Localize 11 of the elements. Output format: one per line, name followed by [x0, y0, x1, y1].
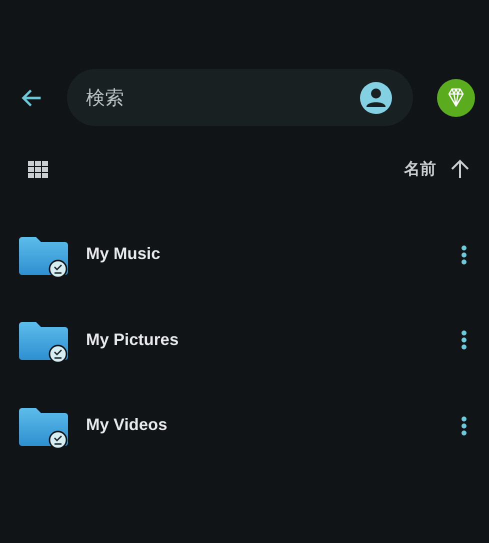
more-options-icon[interactable] — [461, 416, 467, 436]
more-options-icon[interactable] — [461, 330, 467, 350]
folder-name[interactable]: My Videos — [86, 416, 461, 436]
folder-name[interactable]: My Music — [86, 245, 461, 264]
account-icon[interactable] — [359, 80, 393, 114]
sort-label[interactable]: 名前 — [404, 158, 436, 180]
folder-name[interactable]: My Pictures — [86, 330, 461, 350]
more-options-icon[interactable] — [461, 244, 467, 265]
grid-view-icon[interactable] — [28, 160, 48, 178]
search-field[interactable]: 検索 — [67, 69, 413, 126]
up-arrow-icon[interactable] — [450, 159, 470, 179]
